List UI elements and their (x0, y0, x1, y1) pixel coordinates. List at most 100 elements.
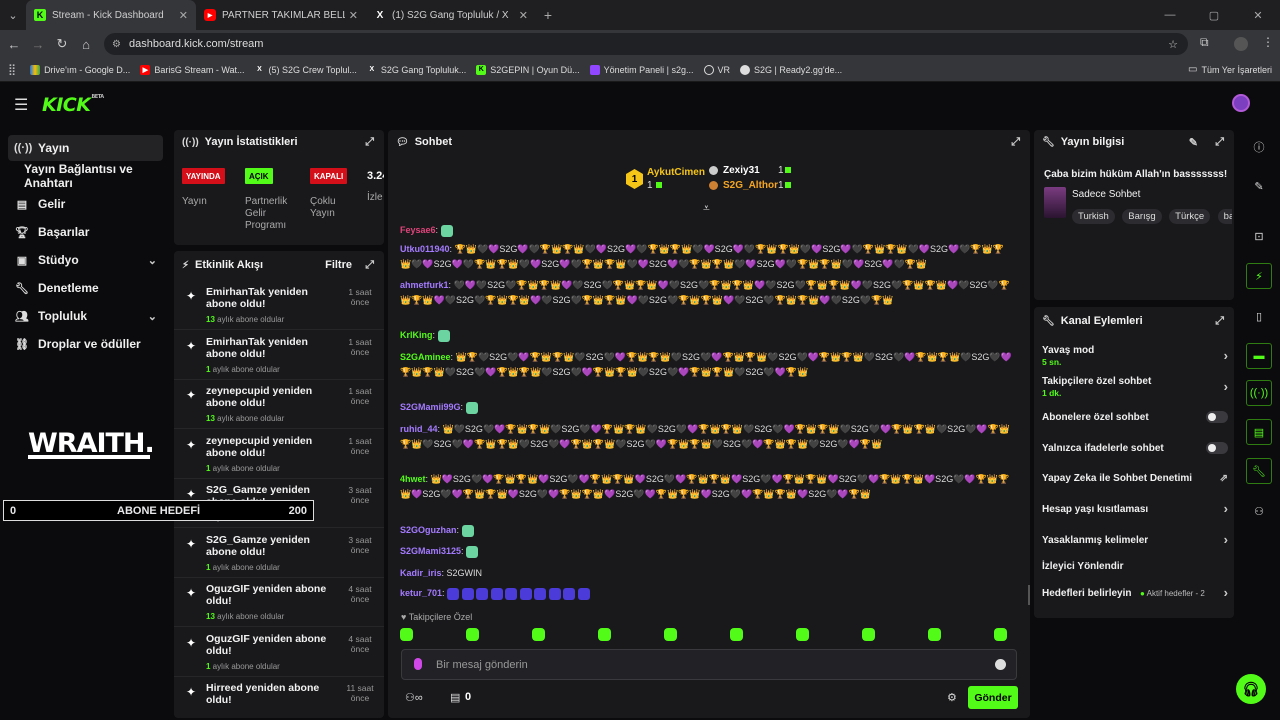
gifter-name[interactable]: S2G_Althor (723, 180, 778, 191)
gifter-name[interactable]: Zexiy31 (723, 165, 760, 176)
action-banned-words[interactable]: Yasaklanmış kelimeler › (1042, 532, 1228, 547)
activity-item[interactable]: ✦ EmirhanTak yeniden abone oldu! 1 aylık a… (174, 331, 384, 380)
sidebar-item-stream-key[interactable]: Yayın Bağlantısı ve Anahtarı (18, 162, 178, 190)
broadcast-icon[interactable]: ((·)) (1246, 380, 1272, 406)
quick-emote[interactable] (862, 628, 875, 641)
sidebar-item-topluluk[interactable]: 👥︎ Topluluk ⌄ (8, 303, 163, 329)
activity-item[interactable]: ✦ zeynepcupid yeniden abone oldu! 1 aylık … (174, 430, 384, 479)
action-slow-mode[interactable]: Yavaş mod 5 sn. › (1042, 345, 1228, 367)
close-tab-icon[interactable]: ✕ (349, 9, 358, 22)
chat-username[interactable]: S2GOguzhan (400, 525, 457, 535)
quick-emote[interactable] (400, 628, 413, 641)
chat-message[interactable]: 4hwet: 👑💜S2G🖤💜🏆👑🏆👑💜S2G🖤💜🏆👑🏆👑💜S2G🖤💜🏆👑🏆👑💜S… (400, 472, 1012, 501)
edit-pencil-icon[interactable]: ✎ (1246, 173, 1272, 199)
chat-settings-gear-icon[interactable]: ⚙ (947, 691, 957, 704)
chat-username[interactable]: S2GMami3125 (400, 546, 461, 556)
info-icon[interactable]: ⓘ (1246, 134, 1272, 160)
gifter-name[interactable]: AykutCimen (647, 167, 705, 178)
quick-emote[interactable] (466, 628, 479, 641)
action-raid[interactable]: İzleyici Yönlendir (1042, 561, 1228, 572)
new-tab-button[interactable]: + (536, 7, 560, 23)
bookmark-item[interactable]: X S2G Gang Topluluk... (367, 65, 467, 75)
user-list-icon[interactable]: ▤ (1246, 419, 1272, 445)
activity-item[interactable]: ✦ EmirhanTak yeniden abone oldu! 13 aylık … (174, 281, 384, 330)
tag-pill[interactable]: ba (1217, 209, 1232, 224)
sidebar-item-studyo[interactable]: ▣ Stüdyo ⌄ (8, 247, 163, 273)
chat-message[interactable]: ruhid_44: 👑🖤S2G🖤💜🏆👑🏆👑🖤S2G🖤💜🏆👑🏆👑🖤S2G🖤💜🏆👑🏆… (400, 422, 1012, 451)
sidebar-item-basarilar[interactable]: 🏆︎ Başarılar (8, 219, 163, 245)
bookmark-item[interactable]: VR (703, 64, 730, 75)
all-bookmarks[interactable]: ▭ Tüm Yer İşaretleri (1188, 64, 1272, 75)
filter-button[interactable]: Filtre (325, 259, 352, 271)
kick-logo[interactable]: KICKBETA (42, 94, 104, 116)
tag-pill[interactable]: Turkish (1072, 209, 1115, 224)
chat-username[interactable]: S2GMamii99G (400, 402, 461, 412)
sidebar-item-gelir[interactable]: ▤ Gelir (8, 191, 163, 217)
chat-message[interactable]: Feysae6: (400, 223, 1012, 238)
category-name[interactable]: Sadece Sohbet (1072, 189, 1140, 200)
expand-icon[interactable]: ⤢ (1215, 315, 1224, 328)
help-support-button[interactable]: 🎧︎ (1236, 674, 1266, 704)
chat-message[interactable]: Kadir_iris: S2GWIN (400, 566, 1012, 581)
collapse-chevron-icon[interactable]: ⩡ (703, 201, 710, 216)
tab-search-icon[interactable]: ⌄ (0, 0, 26, 30)
community-icon[interactable]: ⚇ (1246, 498, 1272, 524)
chat-username[interactable]: ruhid_44 (400, 424, 438, 434)
chat-message[interactable]: Utku011940: 🏆👑🖤💜S2G💜🖤🏆👑🏆👑🖤💜S2G💜🖤🏆👑🏆👑🖤💜S2… (400, 242, 1012, 271)
chat-message[interactable]: S2GOguzhan: (400, 523, 1012, 538)
tag-pill[interactable]: Barışg (1122, 209, 1162, 224)
quick-emote[interactable] (598, 628, 611, 641)
emote-only-toggle[interactable] (1206, 442, 1228, 454)
sidebar-item-yayin[interactable]: ((·)) Yayın (8, 135, 163, 161)
lightning-icon[interactable]: ⚡︎ (1246, 263, 1272, 289)
store-icon[interactable]: ▤ (450, 691, 460, 704)
document-icon[interactable]: ▯ (1246, 303, 1272, 329)
browser-tab-youtube[interactable]: ▶ PARTNER TAKIMLAR BELLİ OLU ✕ (196, 0, 366, 30)
chat-message[interactable]: S2GMami3125: (400, 544, 1012, 559)
community-points-icon[interactable]: ⚇∞ (405, 691, 423, 704)
browser-tab-kick[interactable]: K Stream - Kick Dashboard ✕ (26, 0, 196, 30)
quick-emote[interactable] (928, 628, 941, 641)
emoji-picker-icon[interactable] (995, 659, 1006, 670)
chat-username[interactable]: Feysae6 (400, 225, 436, 235)
action-followers-only[interactable]: Takipçilere özel sohbet 1 dk. › (1042, 376, 1228, 398)
quick-emote[interactable] (730, 628, 743, 641)
subscribers-only-toggle[interactable] (1206, 411, 1228, 423)
chat-username[interactable]: KrlKing (400, 330, 433, 340)
url-field[interactable]: ⚙ dashboard.kick.com/stream ☆ (104, 33, 1188, 55)
chat-username[interactable]: 4hwet (400, 474, 426, 484)
restore-icon[interactable]: ▢ (1192, 9, 1236, 22)
quick-emote[interactable] (994, 628, 1007, 641)
apps-grid-icon[interactable]: ⣿ (8, 63, 16, 76)
chat-scrollbar[interactable] (1028, 585, 1030, 605)
activity-item[interactable]: ✦ S2G_Gamze yeniden abone oldu! 1 aylık ab… (174, 529, 384, 578)
activity-item[interactable]: ✦ OguzGIF yeniden abone oldu! 13 aylık abo… (174, 578, 384, 627)
expand-icon[interactable]: ⤢ (365, 259, 374, 272)
menu-kebab-icon[interactable]: ⋮ (1262, 35, 1274, 49)
minimize-icon[interactable]: — (1148, 9, 1192, 21)
expand-icon[interactable]: ⤢ (1215, 136, 1224, 149)
action-goals[interactable]: Hedefleri belirleyin ● Aktif hedefler - 2… (1042, 585, 1228, 600)
chat-username[interactable]: Kadir_iris (400, 568, 442, 578)
chat-username[interactable]: S2GAminee (400, 352, 451, 362)
reload-icon[interactable]: ↻ (50, 36, 74, 52)
chat-message[interactable]: ketur_701: (400, 586, 1012, 601)
wrench-icon[interactable]: 🔧︎ (1246, 458, 1272, 484)
chat-message[interactable]: KrlKing: (400, 328, 1012, 343)
edit-pencil-icon[interactable]: ✎ (1189, 136, 1198, 149)
chat-message[interactable]: ahmetfurk1: 🖤💜🖤S2G🖤🏆👑🏆👑💜🖤S2G🖤🏆👑🏆👑💜🖤S2G🖤🏆… (400, 278, 1012, 307)
expand-icon[interactable]: ⤢ (1011, 136, 1020, 149)
profile-avatar-icon[interactable] (1234, 37, 1248, 51)
back-icon[interactable]: ← (2, 37, 26, 52)
chat-input[interactable]: Bir mesaj gönderin (401, 649, 1017, 680)
tag-pill[interactable]: Türkçe (1169, 209, 1211, 224)
bookmark-item[interactable]: Yönetim Paneli | s2g... (589, 64, 694, 75)
category-thumbnail[interactable] (1044, 187, 1066, 218)
quick-emote[interactable] (796, 628, 809, 641)
action-account-age[interactable]: Hesap yaşı kısıtlaması › (1042, 501, 1228, 516)
extensions-icon[interactable]: ⧉ (1200, 35, 1209, 50)
chat-bubble-icon[interactable]: ▬ (1246, 343, 1272, 369)
chat-message[interactable]: S2GAminee: 👑🏆🖤S2G🖤💜🏆👑🏆👑🖤S2G🖤💜🏆👑🏆👑🖤S2G🖤💜🏆… (400, 350, 1012, 379)
chat-username[interactable]: ketur_701 (400, 588, 442, 598)
bookmark-item[interactable]: S2G | Ready2.gg'de... (740, 64, 842, 75)
